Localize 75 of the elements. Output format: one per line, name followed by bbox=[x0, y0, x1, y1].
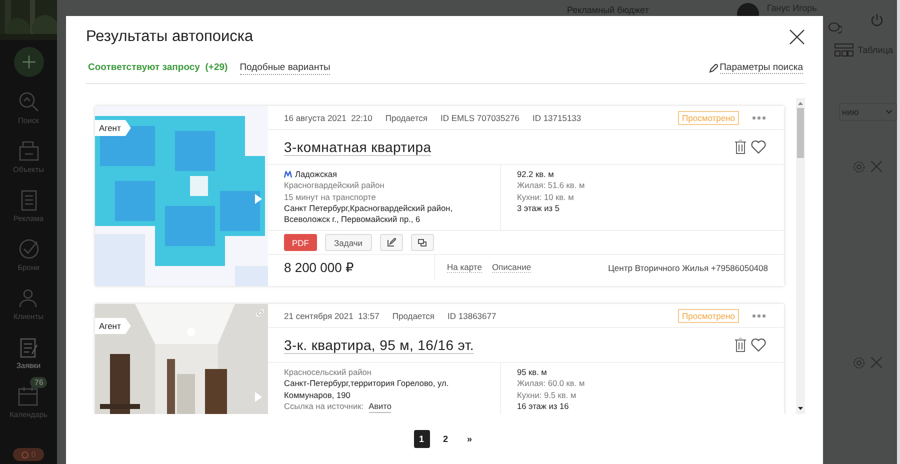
listing-status: Продается bbox=[392, 310, 435, 320]
modal-title: Результаты автопоиска bbox=[86, 28, 254, 46]
edit-button[interactable] bbox=[380, 234, 403, 252]
scrollbar[interactable] bbox=[796, 98, 805, 414]
listing-id: ID 13715133 bbox=[532, 112, 582, 122]
spec-text: 92.2 кв. м bbox=[517, 169, 555, 180]
spec-text: Жилая: 60.0 кв. м bbox=[517, 378, 585, 390]
viewed-badge: Просмотрено bbox=[678, 110, 739, 124]
count-badge: 76 bbox=[30, 377, 48, 388]
spec-text: 16 этаж из 16 bbox=[517, 400, 570, 412]
listing-id: ID EMLS 707035276 bbox=[440, 112, 520, 122]
heart-icon[interactable] bbox=[751, 140, 766, 154]
address-text: Санкт Петербург,Красногвардейский район, Всеволожск г., Первомайский пр., 6 bbox=[284, 202, 454, 226]
circle-icon bbox=[21, 450, 30, 458]
listing-link[interactable]: Описание bbox=[492, 262, 532, 274]
pencil-icon bbox=[708, 64, 718, 72]
price: 8 200 000 ₽ bbox=[284, 260, 355, 276]
pencil-icon bbox=[386, 238, 396, 248]
source-link[interactable]: Авито bbox=[368, 400, 392, 414]
plus-icon bbox=[20, 54, 36, 70]
trash-icon[interactable] bbox=[735, 140, 746, 154]
listing-title[interactable]: 3-комнатная квартира bbox=[284, 138, 432, 156]
scroll-thumb[interactable] bbox=[797, 108, 804, 158]
search-params-link[interactable]: Параметры поиска bbox=[708, 62, 803, 74]
pdf-button[interactable]: PDF bbox=[284, 234, 317, 252]
add-button[interactable] bbox=[14, 47, 44, 77]
tab[interactable]: Соответствуют запросу (+29) bbox=[88, 62, 228, 74]
agent-tag: Агент bbox=[95, 120, 131, 136]
page-button[interactable]: 1 bbox=[414, 430, 430, 448]
power-icon[interactable] bbox=[870, 13, 884, 27]
page-button[interactable]: » bbox=[462, 430, 478, 448]
close-icon[interactable] bbox=[789, 29, 805, 45]
spec-text: Кухни: 9.5 кв. м bbox=[517, 390, 578, 401]
agent-tag: Агент bbox=[95, 318, 131, 334]
spec-text: 3 этаж из 5 bbox=[517, 202, 561, 214]
trash-icon[interactable] bbox=[735, 338, 746, 352]
listing-date: 21 сентября 2021 13:57 bbox=[284, 310, 380, 320]
info-text: Красносельский район bbox=[284, 367, 372, 378]
search-icon bbox=[16, 90, 40, 114]
info-text: Красногвардейский район bbox=[284, 180, 386, 192]
heart-icon[interactable] bbox=[751, 338, 766, 352]
agency-contact: Центр Вторичного Жилья +79586050408 bbox=[608, 262, 768, 273]
info-text: 15 минут на транспорте bbox=[284, 192, 377, 203]
metro-station: Ладожская bbox=[295, 169, 338, 180]
spec-text: Жилая: 51.6 кв. м bbox=[517, 180, 585, 192]
listing-link[interactable]: На карте bbox=[447, 262, 482, 274]
source-label: Ссылка на источник: bbox=[284, 400, 364, 413]
comments-icon bbox=[418, 238, 427, 247]
more-icon[interactable] bbox=[752, 314, 766, 318]
caret-icon bbox=[886, 110, 892, 114]
comments-button[interactable] bbox=[410, 234, 434, 252]
expand-icon[interactable] bbox=[256, 309, 264, 317]
tab[interactable]: Подобные варианты bbox=[240, 62, 330, 74]
scroll-down-icon[interactable] bbox=[798, 407, 803, 410]
tasks-button[interactable]: Задачи bbox=[325, 234, 372, 252]
chat-icon[interactable] bbox=[828, 22, 842, 34]
check-circle-icon bbox=[16, 237, 40, 261]
more-icon[interactable] bbox=[752, 116, 766, 120]
calendar-icon bbox=[16, 384, 40, 408]
viewed-badge: Просмотрено bbox=[678, 308, 739, 322]
metro-icon bbox=[284, 171, 292, 178]
page-button[interactable]: 2 bbox=[438, 430, 454, 448]
address-text: Санкт-Петербург,территория Горелово, ул. Коммунаров, 190 bbox=[284, 378, 450, 401]
listing-title[interactable]: 3-к. квартира, 95 м, 16/16 эт. bbox=[284, 336, 474, 354]
settings-icon[interactable] bbox=[853, 357, 865, 369]
listing-status: Продается bbox=[385, 112, 428, 122]
next-arrow-icon[interactable] bbox=[255, 194, 262, 204]
scroll-up-icon[interactable] bbox=[798, 102, 803, 105]
listing-id: ID 13863677 bbox=[448, 310, 496, 320]
listing-date: 16 августа 2021 22:10 bbox=[284, 112, 372, 122]
spec-text: Кухни: 10 кв. м bbox=[517, 192, 575, 203]
cabinet-icon bbox=[16, 139, 40, 163]
settings-icon[interactable] bbox=[853, 161, 865, 173]
grid-icon[interactable] bbox=[834, 43, 854, 57]
spec-text: 95 кв. м bbox=[517, 367, 548, 378]
